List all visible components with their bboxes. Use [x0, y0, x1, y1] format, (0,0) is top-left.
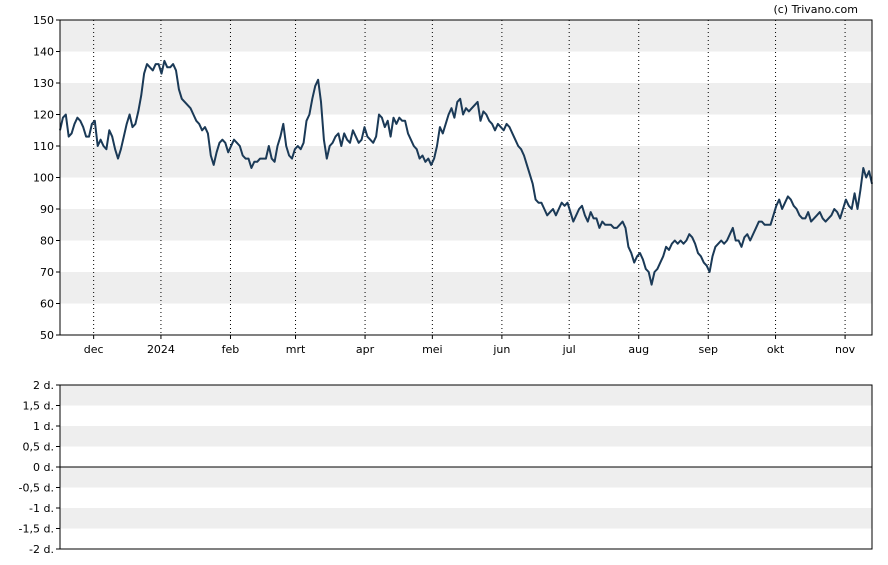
- volume-y-tick-label: -1,5 d.: [19, 523, 54, 536]
- volume-band: [60, 508, 872, 529]
- volume-y-tick-label: 1 d.: [33, 420, 54, 433]
- volume-y-tick-label: -1 d.: [29, 502, 54, 515]
- volume-y-tick-label: 1,5 d.: [23, 400, 54, 413]
- y-tick-label: 130: [33, 77, 54, 90]
- y-tick-label: 100: [33, 172, 54, 185]
- y-tick-label: 70: [40, 266, 54, 279]
- volume-y-tick-label: 0,5 d.: [23, 441, 54, 454]
- price-band: [60, 272, 872, 304]
- x-tick-label: 2024: [147, 343, 175, 356]
- y-tick-label: 80: [40, 235, 54, 248]
- price-panel-x-ticks: dec 2024 feb mrt apr mei jun jul aug sep okt nov: [84, 335, 856, 356]
- x-tick-label: mei: [422, 343, 443, 356]
- volume-band: [60, 426, 872, 447]
- volume-panel-bands: [60, 385, 872, 529]
- x-tick-label: apr: [356, 343, 375, 356]
- x-tick-label: sep: [699, 343, 718, 356]
- y-tick-label: 90: [40, 203, 54, 216]
- price-panel-y-ticks: 50 60 70 80 90 100 110 120 130 140 150: [33, 14, 60, 342]
- volume-y-tick-label: 0 d.: [33, 461, 54, 474]
- y-tick-label: 110: [33, 140, 54, 153]
- volume-band: [60, 385, 872, 406]
- price-band: [60, 20, 872, 52]
- x-tick-label: jun: [492, 343, 510, 356]
- volume-panel-y-ticks: 2 d. 1,5 d. 1 d. 0,5 d. 0 d. -0,5 d. -1 d. -1,5…: [19, 379, 60, 556]
- price-band: [60, 209, 872, 241]
- y-tick-label: 120: [33, 109, 54, 122]
- volume-y-tick-label: -0,5 d.: [19, 482, 54, 495]
- credit-label: (c) Trivano.com: [773, 3, 858, 16]
- x-tick-label: jul: [562, 343, 576, 356]
- volume-y-tick-label: -2 d.: [29, 543, 54, 556]
- y-tick-label: 140: [33, 46, 54, 59]
- x-tick-label: dec: [84, 343, 104, 356]
- x-tick-label: nov: [835, 343, 856, 356]
- volume-band: [60, 467, 872, 488]
- y-tick-label: 150: [33, 14, 54, 27]
- x-tick-label: mrt: [286, 343, 306, 356]
- x-tick-label: okt: [767, 343, 785, 356]
- stock-chart: 50 60 70 80 90 100 110 120 130 140 150 dec 2024 feb m…: [19, 3, 873, 556]
- x-tick-label: aug: [628, 343, 649, 356]
- price-band: [60, 146, 872, 178]
- x-tick-label: feb: [222, 343, 240, 356]
- price-panel-bands: [60, 20, 872, 304]
- y-tick-label: 50: [40, 329, 54, 342]
- y-tick-label: 60: [40, 298, 54, 311]
- volume-y-tick-label: 2 d.: [33, 379, 54, 392]
